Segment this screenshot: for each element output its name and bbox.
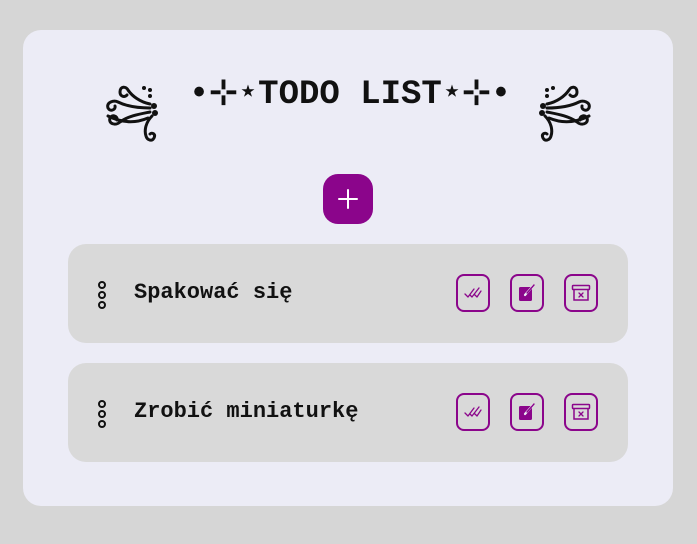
- plus-icon: [338, 189, 358, 209]
- add-todo-button[interactable]: [323, 174, 373, 224]
- right-flourish-icon: [539, 85, 591, 142]
- drag-handle-icon[interactable]: [97, 281, 107, 309]
- todo-text: Zrobić miniaturkę: [134, 399, 359, 424]
- drag-handle-icon[interactable]: [97, 400, 107, 428]
- double-check-icon: [464, 287, 482, 298]
- page-title: •⊹⋆TODO LIST⋆⊹•: [188, 76, 512, 114]
- archive-delete-icon: [571, 284, 591, 301]
- todo-item: Zrobić miniaturkę: [68, 363, 628, 462]
- mark-done-button[interactable]: [456, 274, 490, 312]
- mark-done-button[interactable]: [456, 393, 490, 431]
- edit-icon: [519, 284, 535, 301]
- todo-item: Spakować się: [68, 244, 628, 343]
- header: •⊹⋆TODO LIST⋆⊹•: [0, 74, 697, 142]
- edit-icon: [519, 403, 535, 420]
- delete-button[interactable]: [564, 393, 598, 431]
- left-flourish-icon: [106, 85, 158, 142]
- edit-button[interactable]: [510, 393, 544, 431]
- edit-button[interactable]: [510, 274, 544, 312]
- double-check-icon: [464, 406, 482, 417]
- todo-text: Spakować się: [134, 280, 293, 305]
- delete-button[interactable]: [564, 274, 598, 312]
- archive-delete-icon: [571, 403, 591, 420]
